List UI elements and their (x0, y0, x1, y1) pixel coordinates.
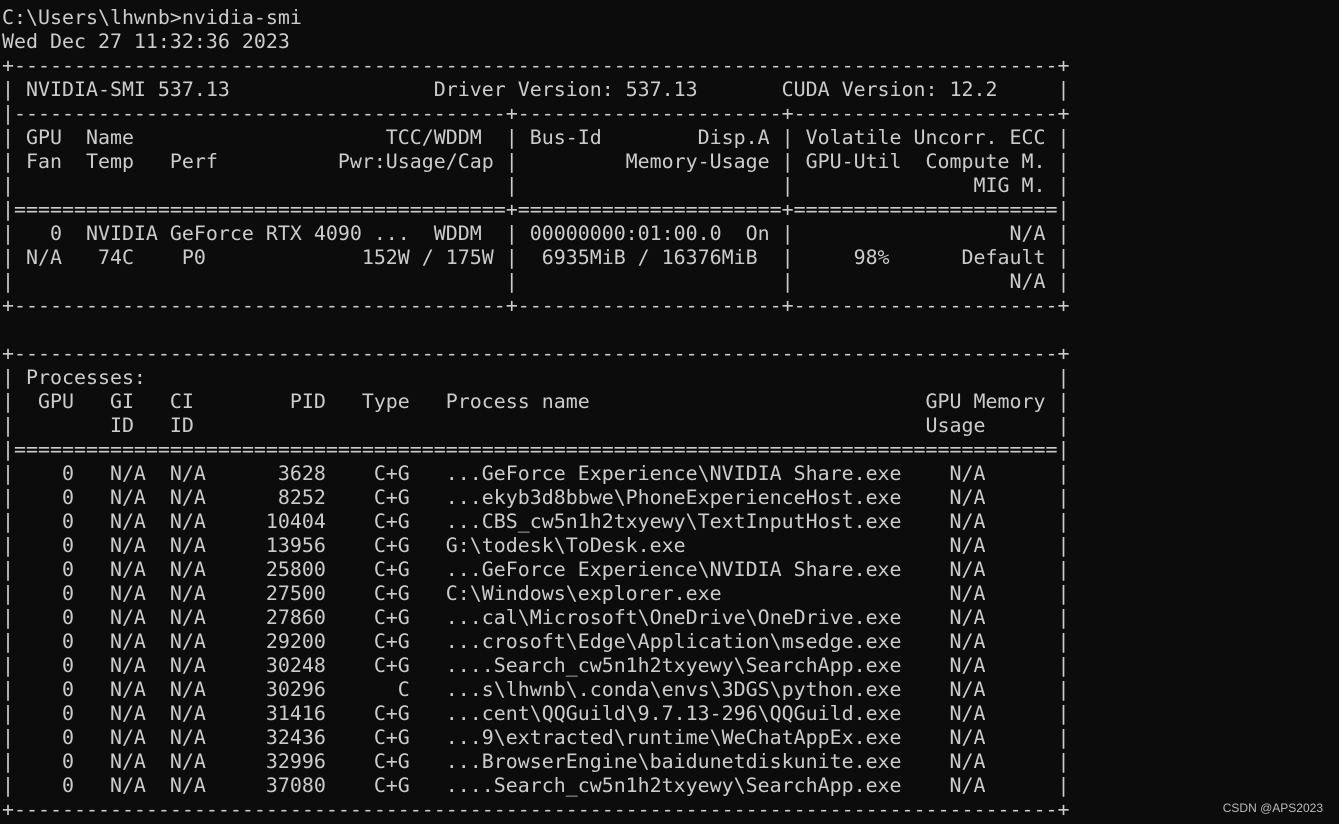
output-line: | | | N/A | (2, 270, 1070, 293)
output-line: | 0 NVIDIA GeForce RTX 4090 ... WDDM | 0… (2, 222, 1070, 245)
output-line: +---------------------------------------… (2, 342, 1070, 365)
output-line: | Fan Temp Perf Pwr:Usage/Cap | Memory-U… (2, 150, 1070, 173)
watermark-label: CSDN @APS2023 (1222, 801, 1323, 815)
output-line: | GPU GI CI PID Type Process name GPU Me… (2, 390, 1070, 413)
output-line: +---------------------------------------… (2, 54, 1070, 77)
output-line: | Processes: | (2, 366, 1070, 389)
output-line: | ID ID Usage | (2, 414, 1070, 437)
output-line: |=======================================… (2, 198, 1070, 221)
output-line: |=======================================… (2, 438, 1070, 461)
output-line: | 0 N/A N/A 29200 C+G ...crosoft\Edge\Ap… (2, 630, 1070, 653)
timestamp-line: Wed Dec 27 11:32:36 2023 (2, 30, 290, 53)
output-line: | 0 N/A N/A 32996 C+G ...BrowserEngine\b… (2, 750, 1070, 773)
output-line: | 0 N/A N/A 32436 C+G ...9\extracted\run… (2, 726, 1070, 749)
output-line: | 0 N/A N/A 8252 C+G ...ekyb3d8bbwe\Phon… (2, 486, 1070, 509)
output-line: +---------------------------------------… (2, 294, 1070, 317)
console-output[interactable]: C:\Users\lhwnb>nvidia-smi Wed Dec 27 11:… (2, 6, 1069, 822)
output-line: | N/A 74C P0 152W / 175W | 6935MiB / 163… (2, 246, 1070, 269)
output-line: |---------------------------------------… (2, 102, 1070, 125)
output-line: | 0 N/A N/A 3628 C+G ...GeForce Experien… (2, 462, 1070, 485)
output-line: | 0 N/A N/A 37080 C+G ....Search_cw5n1h2… (2, 774, 1070, 797)
output-line: | 0 N/A N/A 30296 C ...s\lhwnb\.conda\en… (2, 678, 1070, 701)
output-line: | 0 N/A N/A 25800 C+G ...GeForce Experie… (2, 558, 1070, 581)
output-line: +---------------------------------------… (2, 798, 1070, 821)
output-line: | NVIDIA-SMI 537.13 Driver Version: 537.… (2, 78, 1070, 101)
output-line: | 0 N/A N/A 30248 C+G ....Search_cw5n1h2… (2, 654, 1070, 677)
output-line: | 0 N/A N/A 13956 C+G G:\todesk\ToDesk.e… (2, 534, 1070, 557)
output-line: | GPU Name TCC/WDDM | Bus-Id Disp.A | Vo… (2, 126, 1070, 149)
output-line: | 0 N/A N/A 27860 C+G ...cal\Microsoft\O… (2, 606, 1070, 629)
output-line: | 0 N/A N/A 31416 C+G ...cent\QQGuild\9.… (2, 702, 1070, 725)
output-line: | 0 N/A N/A 10404 C+G ...CBS_cw5n1h2txye… (2, 510, 1070, 533)
nvidia-smi-report: +---------------------------------------… (2, 54, 1069, 822)
output-line: | 0 N/A N/A 27500 C+G C:\Windows\explore… (2, 582, 1070, 605)
command-prompt-line: C:\Users\lhwnb>nvidia-smi (2, 6, 302, 29)
output-line: | | | MIG M. | (2, 174, 1070, 197)
